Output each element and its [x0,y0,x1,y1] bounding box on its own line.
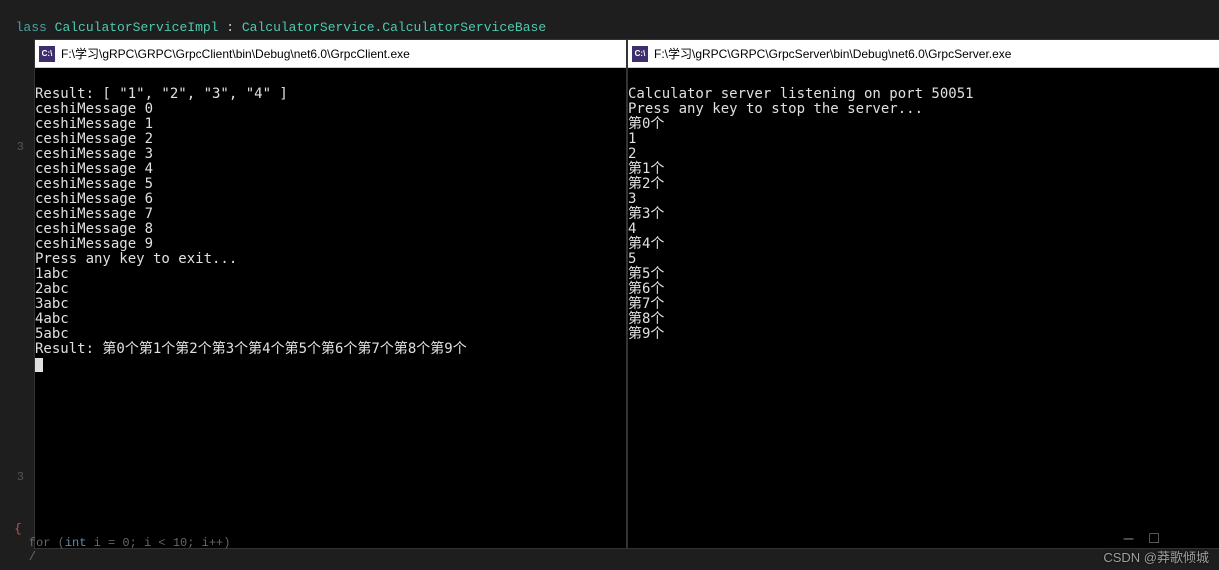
gutter-line-number: 3 [0,140,28,155]
console-line: Result: 第0个第1个第2个第3个第4个第5个第6个第7个第8个第9个 [35,341,467,357]
client-console-window[interactable]: C:\ F:\学习\gRPC\GRPC\GrpcClient\bin\Debug… [35,40,626,548]
console-line: ceshiMessage 2 [35,131,153,147]
server-console-output[interactable]: Calculator server listening on port 5005… [628,68,1219,548]
server-title-text: F:\学习\gRPC\GRPC\GrpcServer\bin\Debug\net… [654,45,1011,62]
code-class-name: CalculatorServiceImpl [55,20,219,35]
client-title-text: F:\学习\gRPC\GRPC\GrpcClient\bin\Debug\net… [61,45,410,62]
console-line: 4abc [35,311,69,327]
console-line: ceshiMessage 1 [35,116,153,132]
console-line: ceshiMessage 7 [35,206,153,222]
console-line: 5 [628,251,636,267]
console-line: ceshiMessage 8 [35,221,153,237]
console-line: ceshiMessage 9 [35,236,153,252]
console-line: 2 [628,146,636,162]
console-line: ceshiMessage 4 [35,161,153,177]
editor-line-gutter: 3 3 [0,20,28,485]
window-controls: — □ [1124,530,1159,548]
console-line: 第3个 [628,206,664,222]
console-line: 第8个 [628,311,664,327]
console-line: 2abc [35,281,69,297]
console-line: 第9个 [628,326,664,342]
gutter-line-number: 3 [0,470,28,485]
console-line: ceshiMessage 3 [35,146,153,162]
console-line: 第5个 [628,266,664,282]
server-titlebar[interactable]: C:\ F:\学习\gRPC\GRPC\GrpcServer\bin\Debug… [628,40,1219,68]
restore-icon[interactable]: □ [1149,530,1159,548]
minimize-icon[interactable]: — [1124,530,1134,548]
console-line: 第4个 [628,236,664,252]
editor-code-behind: { for (int i = 0; i < 10; i++) / [0,508,230,564]
console-line: 第2个 [628,176,664,192]
console-line: 第7个 [628,296,664,312]
cmd-icon: C:\ [632,46,648,62]
client-console-output[interactable]: Result: [ "1", "2", "3", "4" ] ceshiMess… [35,68,626,548]
console-line: 4 [628,221,636,237]
code-base-class: CalculatorService.CalculatorServiceBase [242,20,546,35]
server-console-window[interactable]: C:\ F:\学习\gRPC\GRPC\GrpcServer\bin\Debug… [628,40,1219,548]
console-line: 第6个 [628,281,664,297]
cursor-icon [35,358,43,372]
console-line: 3abc [35,296,69,312]
console-line: Press any key to stop the server... [628,101,923,117]
code-separator: : [218,20,241,35]
console-line: ceshiMessage 5 [35,176,153,192]
console-line: 第1个 [628,161,664,177]
console-line: Calculator server listening on port 5005… [628,86,974,102]
cmd-icon: C:\ [39,46,55,62]
console-line: 1 [628,131,636,147]
console-line: 3 [628,191,636,207]
console-line: ceshiMessage 6 [35,191,153,207]
console-windows-container: C:\ F:\学习\gRPC\GRPC\GrpcClient\bin\Debug… [35,40,1219,548]
console-line: Press any key to exit... [35,251,237,267]
console-line: 5abc [35,326,69,342]
client-titlebar[interactable]: C:\ F:\学习\gRPC\GRPC\GrpcClient\bin\Debug… [35,40,626,68]
console-line: 1abc [35,266,69,282]
code-brace: { [14,522,21,536]
console-line: Result: [ "1", "2", "3", "4" ] [35,86,288,102]
console-line: ceshiMessage 0 [35,101,153,117]
console-line: 第0个 [628,116,664,132]
csdn-watermark: CSDN @莽歌倾城 [1103,547,1209,566]
